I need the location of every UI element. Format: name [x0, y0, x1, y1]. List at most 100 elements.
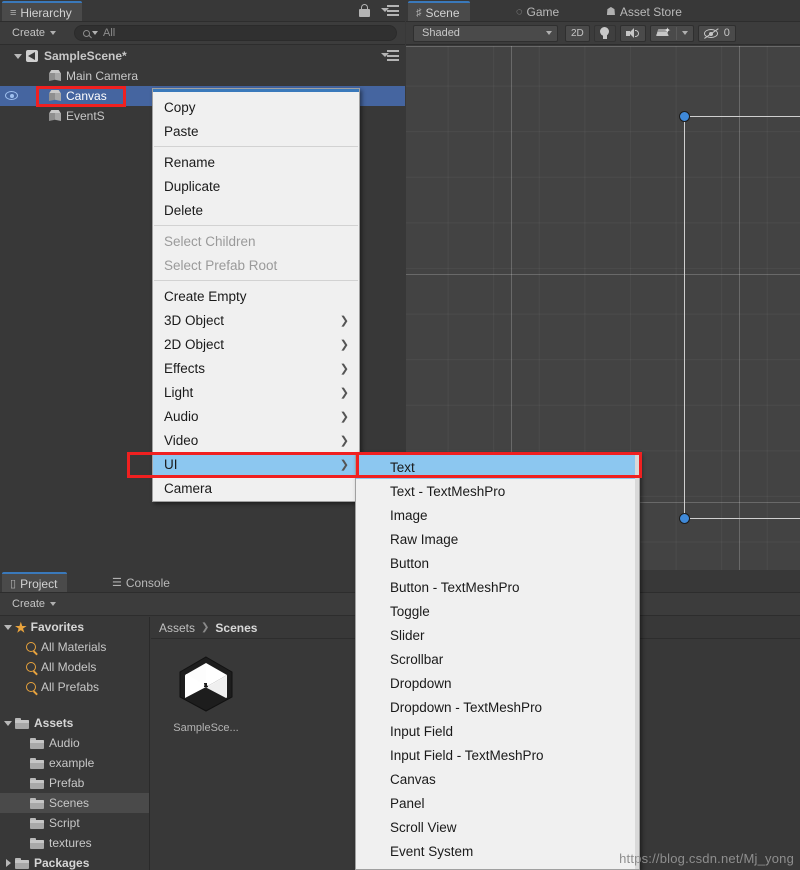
audio-toggle-button[interactable] [619, 24, 646, 42]
menu-item-label: Rename [164, 154, 216, 170]
submenu-item-text[interactable]: Text [356, 455, 639, 479]
menu-item-3d-object[interactable]: 3D Object ❯ [153, 308, 359, 332]
tab-label: Game [526, 4, 560, 19]
submenu-item-toggle[interactable]: Toggle [356, 599, 639, 623]
menu-item-label: Create Empty [164, 288, 247, 304]
submenu-item-panel[interactable]: Panel [356, 791, 639, 815]
breadcrumb-root[interactable]: Assets [159, 621, 195, 635]
menu-item-2d-object[interactable]: 2D Object ❯ [153, 332, 359, 356]
chevron-right-icon: ❯ [339, 434, 349, 447]
tree-item-all-models[interactable]: All Models [0, 657, 149, 677]
canvas-handle-top[interactable] [679, 111, 690, 122]
toggle-2d-button[interactable]: 2D [565, 24, 590, 42]
menu-item-rename[interactable]: Rename [153, 150, 359, 174]
chevron-right-icon: ❯ [339, 338, 349, 351]
menu-item-label: Audio [164, 408, 199, 424]
tree-item-all-prefabs[interactable]: All Prefabs [0, 677, 149, 697]
gamepad-icon: ◌ [516, 5, 523, 18]
tree-item-label: All Prefabs [41, 680, 100, 694]
tree-item-all-materials[interactable]: All Materials [0, 637, 149, 657]
menu-item-light[interactable]: Light ❯ [153, 380, 359, 404]
tree-item-label: Favorites [30, 620, 85, 634]
tab-project[interactable]: ▯ Project [2, 572, 68, 593]
submenu-item-label: Scroll View [390, 819, 457, 835]
submenu-item-scrollbar[interactable]: Scrollbar [356, 647, 639, 671]
submenu-scroll-track[interactable] [635, 453, 639, 869]
visibility-eye-icon[interactable] [5, 91, 18, 100]
menu-item-paste[interactable]: Paste [153, 119, 359, 143]
foldout-closed-icon[interactable] [6, 859, 11, 867]
row-label: EventS [66, 109, 105, 123]
tab-asset-store[interactable]: ☗ Asset Store [598, 1, 692, 22]
submenu-item-input-field[interactable]: Input Field [356, 719, 639, 743]
folder-icon [30, 837, 44, 849]
menu-item-delete[interactable]: Delete [153, 198, 359, 222]
hierarchy-create-button[interactable]: Create [4, 25, 62, 42]
tab-scene[interactable]: ♯ Scene [408, 1, 470, 22]
lighting-toggle-button[interactable] [593, 24, 616, 42]
submenu-item-text-textmeshpro[interactable]: Text - TextMeshPro [356, 479, 639, 503]
submenu-item-label: Image [390, 507, 428, 523]
gizmos-toggle-button[interactable]: 0 [697, 24, 736, 42]
submenu-item-slider[interactable]: Slider [356, 623, 639, 647]
foldout-open-icon[interactable] [4, 624, 12, 630]
tree-item-packages[interactable]: Packages [0, 853, 149, 870]
submenu-item-image[interactable]: Image [356, 503, 639, 527]
row-label: SampleScene* [44, 49, 127, 63]
scene-context-menu-icon[interactable] [381, 50, 399, 62]
create-label: Create [12, 598, 46, 610]
lock-icon[interactable] [359, 4, 371, 17]
submenu-item-dropdown-textmeshpro[interactable]: Dropdown - TextMeshPro [356, 695, 639, 719]
menu-item-effects[interactable]: Effects ❯ [153, 356, 359, 380]
menu-item-label: Paste [164, 123, 199, 139]
folder-icon [30, 737, 44, 749]
tab-hierarchy[interactable]: ≡ Hierarchy [2, 1, 82, 22]
hierarchy-options-icon[interactable] [381, 5, 399, 17]
speaker-icon [625, 27, 640, 39]
console-icon: ☰ [112, 577, 122, 589]
tree-item-label: Packages [34, 856, 90, 870]
tree-item-script[interactable]: Script [0, 813, 149, 833]
tree-item-example[interactable]: example [0, 753, 149, 773]
effects-dropdown-button[interactable]: ✦ [649, 24, 694, 42]
hierarchy-row-samplescene[interactable]: SampleScene* [0, 46, 405, 66]
menu-item-duplicate[interactable]: Duplicate [153, 174, 359, 198]
folder-icon [30, 797, 44, 809]
submenu-item-button[interactable]: Button [356, 551, 639, 575]
menu-item-camera[interactable]: Camera [153, 476, 359, 500]
asset-item-samplescene[interactable]: SampleSce... [165, 653, 247, 734]
submenu-item-scroll-view[interactable]: Scroll View [356, 815, 639, 839]
hierarchy-search-input[interactable]: All [74, 25, 397, 41]
foldout-open-icon[interactable] [4, 720, 12, 726]
menu-item-create-empty[interactable]: Create Empty [153, 284, 359, 308]
submenu-item-raw-image[interactable]: Raw Image [356, 527, 639, 551]
submenu-item-dropdown[interactable]: Dropdown [356, 671, 639, 695]
menu-item-audio[interactable]: Audio ❯ [153, 404, 359, 428]
shading-mode-value: Shaded [422, 27, 460, 39]
tree-item-prefab[interactable]: Prefab [0, 773, 149, 793]
tab-console[interactable]: ☰ Console [104, 572, 180, 593]
foldout-open-icon[interactable] [14, 53, 22, 59]
tab-game[interactable]: ◌ Game [508, 1, 569, 22]
canvas-handle-bottom[interactable] [679, 513, 690, 524]
tree-item-audio[interactable]: Audio [0, 733, 149, 753]
tree-item-scenes[interactable]: Scenes [0, 793, 149, 813]
divider [675, 26, 677, 40]
submenu-item-input-field-textmeshpro[interactable]: Input Field - TextMeshPro [356, 743, 639, 767]
hierarchy-row-main-camera[interactable]: Main Camera [0, 66, 405, 86]
tree-item-label: Prefab [49, 776, 85, 790]
tree-item-favorites[interactable]: ★ Favorites [0, 617, 149, 637]
submenu-item-canvas[interactable]: Canvas [356, 767, 639, 791]
submenu-item-event-system[interactable]: Event System [356, 839, 639, 863]
submenu-item-label: Input Field - TextMeshPro [390, 747, 544, 763]
breadcrumb-current: Scenes [215, 620, 258, 635]
menu-item-video[interactable]: Video ❯ [153, 428, 359, 452]
shading-mode-dropdown[interactable]: Shaded [413, 24, 558, 42]
menu-item-copy[interactable]: Copy [153, 95, 359, 119]
folder-icon: ▯ [10, 578, 17, 590]
project-create-button[interactable]: Create [4, 596, 62, 613]
submenu-item-button-textmeshpro[interactable]: Button - TextMeshPro [356, 575, 639, 599]
tree-item-assets[interactable]: Assets [0, 713, 149, 733]
tree-item-textures[interactable]: textures [0, 833, 149, 853]
menu-item-ui[interactable]: UI ❯ [153, 452, 359, 476]
